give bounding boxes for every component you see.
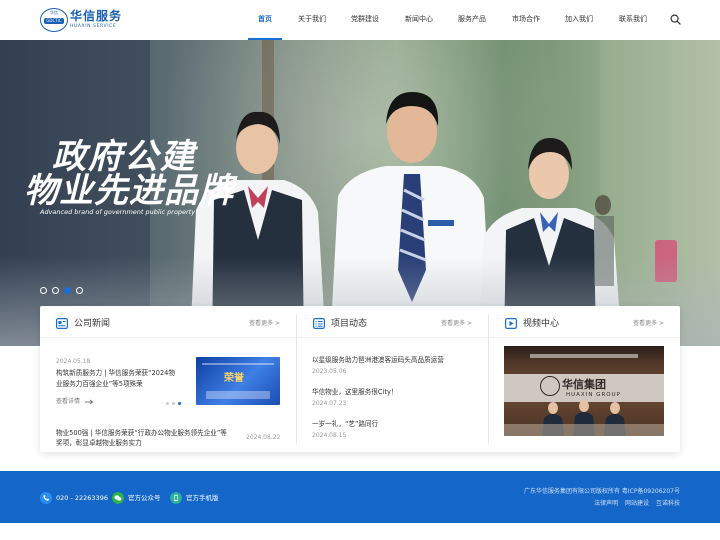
- carousel-dot[interactable]: [40, 287, 47, 294]
- brand-logo[interactable]: 华信 GDCTIC 华信服务 HUAXIN SERVICE: [40, 8, 122, 32]
- project-item-title[interactable]: 一岁一礼，“艺”路同行: [312, 420, 378, 429]
- project-item-date: 2024.07.23: [312, 400, 347, 407]
- projects-more-link[interactable]: 查看更多 >: [441, 320, 472, 328]
- footer-wechat-label: 官方公众号: [128, 494, 161, 502]
- content-cards: 公司新闻 查看更多 > 2024.05.18 构筑新质服务力 | 华信服务荣获“…: [40, 306, 680, 452]
- site-header: 华信 GDCTIC 华信服务 HUAXIN SERVICE 首页 关于我们 党群…: [0, 0, 720, 40]
- video-section: 视频中心 查看更多 > 华信集团 HUAXIN GROUP: [489, 306, 680, 452]
- video-header: 视频中心 查看更多 >: [489, 306, 680, 338]
- footer-link-vendor[interactable]: 互诺科技: [656, 500, 680, 507]
- carousel-dot[interactable]: [52, 287, 59, 294]
- news-item-title-line2[interactable]: 奖项，彰显卓越物业服务实力: [56, 439, 142, 448]
- nav-item-join[interactable]: 加入我们: [565, 14, 593, 24]
- news-featured-title-line1[interactable]: 构筑新质服务力 | 华信服务荣获“2024物: [56, 369, 175, 378]
- nav-item-market[interactable]: 市场合作: [512, 14, 540, 24]
- nav-item-home[interactable]: 首页: [248, 14, 282, 40]
- projects-title: 项目动态: [331, 319, 368, 329]
- news-read-more[interactable]: 查看详情: [56, 398, 80, 406]
- news-item-date: 2024.08.22: [246, 434, 281, 441]
- project-item-date: 2024.08.15: [312, 432, 347, 439]
- news-featured-title-line2[interactable]: 业服务力百强企业”等5项殊荣: [56, 380, 143, 389]
- video-thumbnail[interactable]: 华信集团 HUAXIN GROUP: [504, 346, 664, 436]
- news-slider-dots: [166, 402, 186, 406]
- news-more-link[interactable]: 查看更多 >: [249, 320, 280, 328]
- footer-link-legal[interactable]: 法律声明: [594, 500, 618, 507]
- logo-badge-abbr: GDCTIC: [46, 18, 62, 23]
- video-more-link[interactable]: 查看更多 >: [633, 320, 664, 328]
- nav-item-contact[interactable]: 联系我们: [619, 14, 647, 24]
- news-item-title-line1[interactable]: 物业500强 | 华信服务荣获“行政办公物业服务领先企业”等: [56, 429, 227, 438]
- banner-slogan-en: Advanced brand of government public prop…: [40, 208, 196, 216]
- list-icon: [313, 318, 325, 329]
- nav-item-about[interactable]: 关于我们: [298, 14, 326, 24]
- footer-mobile-label: 官方手机版: [186, 494, 219, 502]
- news-title: 公司新闻: [74, 319, 111, 329]
- footer-link-website[interactable]: 网站建设: [625, 500, 649, 507]
- carousel-dot-active[interactable]: [64, 287, 71, 294]
- nav-item-news[interactable]: 新闻中心: [405, 14, 433, 24]
- logo-badge-top-text: 华信: [50, 10, 58, 15]
- news-featured-image[interactable]: 荣誉: [196, 357, 280, 405]
- phone-icon: [40, 492, 52, 504]
- mobile-icon: [170, 492, 182, 504]
- footer-copyright: 广东华信服务集团有限公司版权所有 粤ICP备09206207号: [523, 488, 680, 495]
- news-icon: [56, 318, 68, 329]
- news-image-text: 荣誉: [224, 373, 244, 384]
- nav-item-services[interactable]: 服务产品: [458, 14, 486, 24]
- banner-slogan-line2: 物业先进品牌: [24, 171, 234, 211]
- project-item-title[interactable]: 以星级服务助力琶洲港澳客运码头高品质运营: [312, 356, 444, 365]
- projects-header: 项目动态 查看更多 >: [297, 306, 488, 338]
- news-featured-date: 2024.05.18: [56, 358, 91, 365]
- nav-item-party[interactable]: 党群建设: [351, 14, 379, 24]
- video-icon: [505, 318, 517, 329]
- projects-section: 项目动态 查看更多 > 以星级服务助力琶洲港澳客运码头高品质运营 2023.05…: [297, 306, 488, 452]
- carousel-dot[interactable]: [76, 287, 83, 294]
- footer-phone-label: 020 - 22263396: [56, 494, 108, 502]
- news-header: 公司新闻 查看更多 >: [40, 306, 296, 338]
- wechat-icon: [112, 492, 124, 504]
- project-item-title[interactable]: 华信物业，这里服务很City！: [312, 388, 397, 397]
- search-icon[interactable]: [670, 14, 681, 25]
- video-title: 视频中心: [523, 319, 560, 329]
- logo-badge-icon: 华信 GDCTIC: [40, 8, 68, 32]
- brand-name-en: HUAXIN SERVICE: [70, 24, 117, 29]
- hero-banner[interactable]: 政府公建 物业先进品牌 Advanced brand of government…: [0, 40, 720, 346]
- footer-links: 法律声明 网站建设 互诺科技: [589, 500, 680, 508]
- arrow-right-icon: [85, 399, 94, 405]
- news-section: 公司新闻 查看更多 > 2024.05.18 构筑新质服务力 | 华信服务荣获“…: [40, 306, 296, 452]
- site-footer: 020 - 22263396 官方公众号 官方手机版 广东华信服务集团有限公司版…: [0, 471, 720, 523]
- brand-name-cn: 华信服务: [70, 9, 123, 23]
- project-item-date: 2023.05.06: [312, 368, 347, 375]
